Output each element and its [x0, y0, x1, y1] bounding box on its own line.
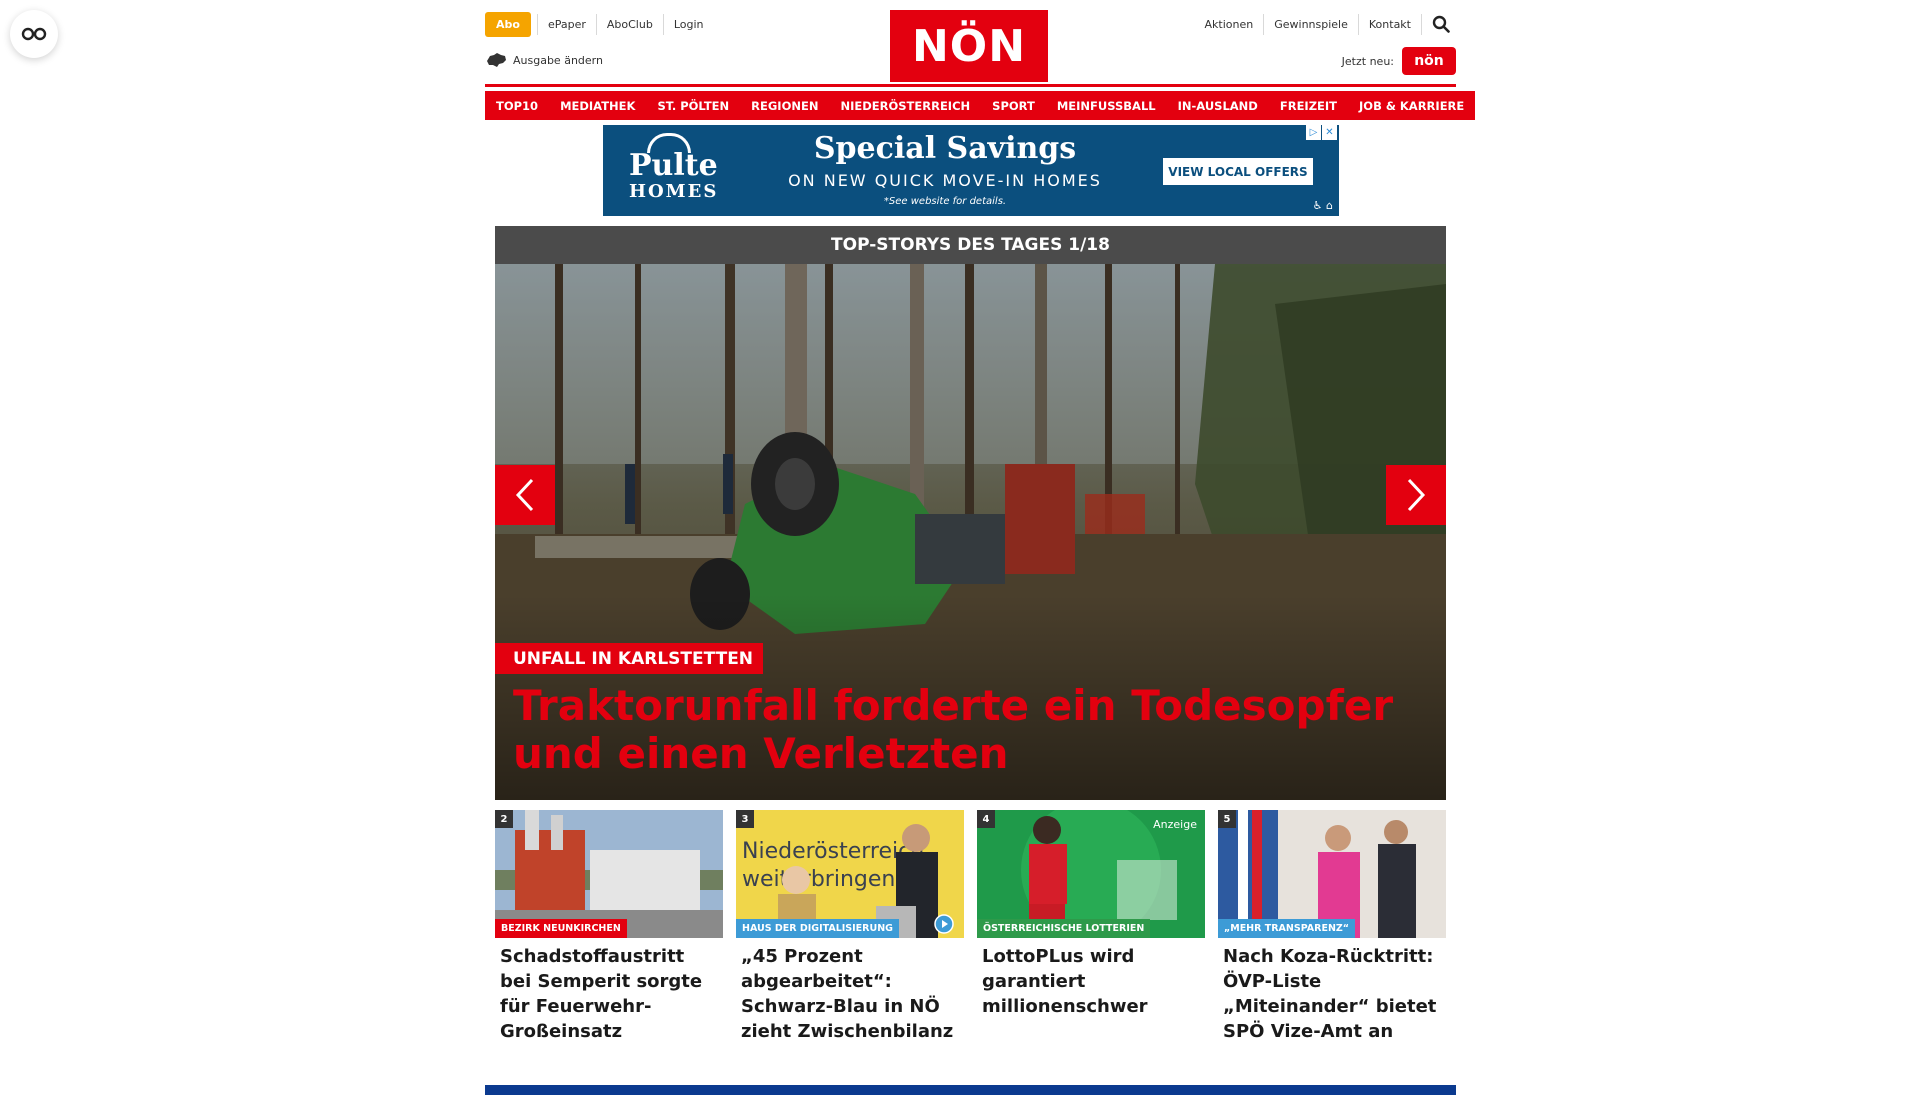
footer-bar: [485, 1085, 1456, 1095]
slide-title[interactable]: Traktorunfall forderte ein Todesopfer un…: [513, 682, 1433, 778]
edition-change[interactable]: Ausgabe ändern: [485, 52, 603, 68]
nav-item-regionen[interactable]: REGIONEN: [740, 91, 830, 120]
nav-item-st-poelten[interactable]: ST. PÖLTEN: [646, 91, 741, 120]
jetzt-neu-label: Jetzt neu:: [1341, 54, 1394, 68]
ad-close-icon[interactable]: ✕: [1322, 125, 1337, 140]
card-rank: 5: [1218, 810, 1236, 828]
story-cards: 2 BEZIRK NEUNKIRCHEN Schadstoffaustritt …: [495, 810, 1446, 1044]
card-image-text-line-2: weiterbringen: [742, 867, 895, 892]
abo-button[interactable]: Abo: [485, 12, 531, 37]
header-divider: [485, 84, 1456, 87]
accessibility-button[interactable]: [10, 10, 58, 58]
card-kicker: „MEHR TRANSPARENZ“: [1218, 919, 1356, 938]
slider-next-button[interactable]: [1386, 465, 1446, 525]
card-image: 2 BEZIRK NEUNKIRCHEN: [495, 810, 723, 938]
nav-item-freizeit[interactable]: FREIZEIT: [1268, 91, 1349, 120]
card-rank: 4: [977, 810, 995, 828]
nav-item-top10[interactable]: TOP10: [485, 91, 550, 120]
ad-disclaimer: *See website for details.: [883, 196, 1007, 207]
chevron-right-icon: [1407, 478, 1426, 512]
equal-housing-icon: ♿ ⌂: [1312, 199, 1333, 212]
card-title[interactable]: Nach Koza-Rücktritt: ÖVP-Liste „Miteinan…: [1218, 944, 1446, 1044]
jetzt-neu-badge[interactable]: nön: [1402, 47, 1456, 75]
card-title[interactable]: „45 Prozent abgearbeitet“: Schwarz-Blau …: [736, 944, 964, 1044]
card-kicker: HAUS DER DIGITALISIERUNG: [736, 919, 899, 938]
header-right-links: Aktionen Gewinnspiele Kontakt: [1195, 11, 1456, 37]
nav-item-in-ausland[interactable]: IN-AUSLAND: [1166, 91, 1269, 120]
nav-item-job-karriere[interactable]: JOB & KARRIERE: [1348, 91, 1476, 120]
nav-item-sport[interactable]: SPORT: [981, 91, 1046, 120]
slider-heading: TOP-STORYS DES TAGES 1/18: [495, 226, 1446, 264]
card-rank: 2: [495, 810, 513, 828]
aboclub-link[interactable]: AboClub: [595, 14, 663, 35]
adchoices-icon[interactable]: ▷: [1306, 125, 1321, 140]
ad-brand-bottom: HOMES: [629, 181, 719, 202]
ad-cta-button[interactable]: VIEW LOCAL OFFERS: [1163, 158, 1313, 185]
ad-label: Anzeige: [1153, 818, 1197, 831]
kontakt-link[interactable]: Kontakt: [1359, 13, 1422, 35]
top-stories-slider: TOP-STORYS DES TAGES 1/18 UNFALL IN KARL…: [495, 226, 1446, 800]
chevron-left-icon: [515, 478, 534, 512]
page-wrapper: Abo ePaper AboClub Login Ausgabe ändern …: [485, 0, 1476, 1095]
story-card[interactable]: 4 Anzeige ÖSTERREICHISCHE LOTTERIEN Lott…: [977, 810, 1205, 1044]
gewinnspiele-link[interactable]: Gewinnspiele: [1264, 13, 1359, 35]
accessibility-glasses-icon: [21, 27, 47, 41]
card-rank: 3: [736, 810, 754, 828]
login-link[interactable]: Login: [662, 14, 714, 35]
adchoices[interactable]: ▷ ✕: [1305, 125, 1337, 140]
play-video-icon: [934, 914, 954, 934]
aktionen-link[interactable]: Aktionen: [1195, 13, 1265, 35]
story-card[interactable]: 2 BEZIRK NEUNKIRCHEN Schadstoffaustritt …: [495, 810, 723, 1044]
header-top-links: Abo ePaper AboClub Login: [485, 12, 714, 37]
search-button[interactable]: [1426, 11, 1456, 37]
card-title[interactable]: LottoPLus wird garantiert millionenschwe…: [977, 944, 1205, 1019]
ad-brand-logo: Pulte HOMES: [629, 137, 719, 203]
jetzt-neu: Jetzt neu: nön: [1342, 47, 1456, 75]
slider-prev-button[interactable]: [495, 465, 555, 525]
main-navigation: TOP10 MEDIATHEK ST. PÖLTEN REGIONEN NIED…: [485, 91, 1476, 120]
slide-kicker[interactable]: UNFALL IN KARLSTETTEN: [495, 643, 764, 674]
search-icon: [1432, 15, 1450, 33]
site-header: Abo ePaper AboClub Login Ausgabe ändern …: [485, 0, 1456, 86]
nav-item-mediathek[interactable]: MEDIATHEK: [549, 91, 647, 120]
ad-banner[interactable]: Pulte HOMES Special Savings ON NEW QUICK…: [603, 125, 1339, 216]
epaper-link[interactable]: ePaper: [536, 14, 596, 35]
story-card[interactable]: 5 „MEHR TRANSPARENZ“ Nach Koza-Rücktritt…: [1218, 810, 1446, 1044]
ad-subline: ON NEW QUICK MOVE-IN HOMES: [788, 171, 1102, 190]
ad-headline: Special Savings: [813, 131, 1077, 166]
story-card[interactable]: Niederösterreich weiterbringen 3 HAUS DE…: [736, 810, 964, 1044]
site-logo[interactable]: NÖN: [890, 10, 1048, 82]
card-kicker: BEZIRK NEUNKIRCHEN: [495, 919, 627, 938]
nav-item-meinfussball[interactable]: MEINFUSSBALL: [1045, 91, 1167, 120]
card-image: Niederösterreich weiterbringen 3 HAUS DE…: [736, 810, 964, 938]
card-title[interactable]: Schadstoffaustritt bei Semperit sorgte f…: [495, 944, 723, 1044]
edition-label: Ausgabe ändern: [513, 53, 603, 67]
nav-item-niederoesterreich[interactable]: NIEDERÖSTERREICH: [829, 91, 982, 120]
card-image: 4 Anzeige ÖSTERREICHISCHE LOTTERIEN: [977, 810, 1205, 938]
card-kicker: ÖSTERREICHISCHE LOTTERIEN: [977, 919, 1151, 938]
ad-brand-top: Pulte: [629, 148, 718, 183]
map-icon: [487, 53, 506, 67]
card-image: 5 „MEHR TRANSPARENZ“: [1218, 810, 1446, 938]
